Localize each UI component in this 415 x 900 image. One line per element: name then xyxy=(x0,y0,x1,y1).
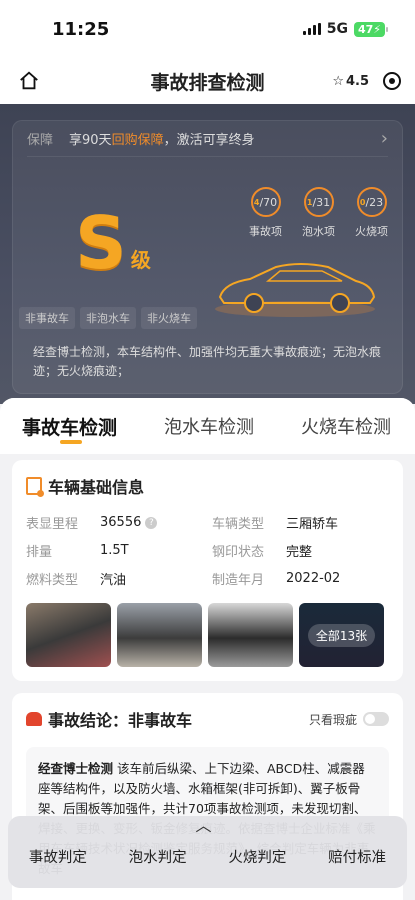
detection-tabs: 事故车检测 泡水车检测 火烧车检测 xyxy=(0,398,415,454)
info-key: 钢印状态 xyxy=(212,545,265,560)
tab-fire[interactable]: 火烧车检测 xyxy=(301,413,391,439)
defect-filter: 只看瑕疵 xyxy=(309,711,389,728)
status-tags: 非事故车 非泡水车 非火烧车 xyxy=(19,307,197,329)
home-icon[interactable] xyxy=(18,70,40,92)
guarantee-highlight: 回购保障 xyxy=(111,133,164,148)
vehicle-photo[interactable] xyxy=(117,603,202,667)
bottom-item-compensation[interactable]: 赔付标准 xyxy=(328,846,386,867)
bottom-item-accident[interactable]: 事故判定 xyxy=(29,846,87,867)
check-ring: 0/23 xyxy=(356,187,387,217)
all-photos-label: 全部13张 xyxy=(307,623,376,647)
check-label: 事故项 xyxy=(249,225,282,238)
info-value: 2022-02 xyxy=(286,571,341,586)
check-flood: 1/31 泡水项 xyxy=(302,187,335,239)
check-fire: 0/23 火烧项 xyxy=(355,187,388,239)
info-key: 排量 xyxy=(26,545,53,560)
battery-level: 47 xyxy=(357,22,374,36)
check-summary: 4/70 事故项 1/31 泡水项 0/23 火烧项 xyxy=(249,187,388,239)
vehicle-photo[interactable] xyxy=(208,603,293,667)
star-icon: ☆ xyxy=(332,73,344,89)
info-value: 1.5T xyxy=(100,543,129,558)
info-value: 汽油 xyxy=(100,573,127,588)
check-label: 火烧项 xyxy=(355,225,388,238)
mileage-value: 36556 xyxy=(100,515,142,530)
info-key: 燃料类型 xyxy=(26,573,79,588)
all-photos-button[interactable]: 全部13张 xyxy=(299,603,384,667)
car-icon xyxy=(26,712,42,726)
conclusion-header: 事故结论：非事故车 只看瑕疵 xyxy=(26,707,389,731)
check-accident: 4/70 事故项 xyxy=(249,187,282,239)
status-time: 11:25 xyxy=(52,18,110,40)
info-value: 三厢轿车 xyxy=(286,517,339,532)
status-tag: 非火烧车 xyxy=(141,307,197,329)
basic-info-title: 车辆基础信息 xyxy=(48,478,145,497)
document-icon xyxy=(26,477,44,497)
summary-description: 经查博士检测，本车结构件、加强件均无重大事故痕迹；无泡水痕迹；无火烧痕迹； xyxy=(33,345,382,378)
status-indicators: 5G 47⚡ xyxy=(302,21,389,37)
bottom-item-flood[interactable]: 泡水判定 xyxy=(129,846,187,867)
check-ring: 1/31 xyxy=(303,187,334,217)
chevron-right-icon: › xyxy=(380,128,388,149)
info-value: 完整 xyxy=(286,545,313,560)
guarantee-label: 保障 xyxy=(27,133,54,148)
conclusion-title-wrap: 事故结论：非事故车 xyxy=(26,707,192,731)
basic-info-card: 车辆基础信息 表显里程 36556? 车辆类型 三厢轿车 排量 1.5T 钢印状… xyxy=(12,460,403,681)
vehicle-photo[interactable] xyxy=(26,603,111,667)
bottom-item-fire[interactable]: 火烧判定 xyxy=(228,846,286,867)
nav-bar: 事故排查检测 ☆ 4.5 xyxy=(0,58,415,104)
tab-flood[interactable]: 泡水车检测 xyxy=(164,413,254,439)
rating-value: 4.5 xyxy=(345,73,369,89)
signal-icon xyxy=(302,23,321,35)
info-value: 36556? xyxy=(100,513,212,532)
grade-letter: S xyxy=(75,201,127,285)
status-tag: 非事故车 xyxy=(19,307,75,329)
battery-icon: 47⚡ xyxy=(353,21,389,37)
defect-filter-toggle[interactable] xyxy=(363,712,389,726)
network-label: 5G xyxy=(326,21,348,37)
hero-section: 保障 享90天回购保障，激活可享终身 › S 级 4/70 事故项 1/31 泡… xyxy=(0,104,415,404)
guarantee-text: 享90天回购保障，激活可享终身 xyxy=(69,133,255,148)
grade-badge: S 级 xyxy=(75,207,151,279)
defect-filter-label: 只看瑕疵 xyxy=(308,712,357,727)
check-ring: 4/70 xyxy=(250,187,281,217)
conclusion-title: 事故结论：非事故车 xyxy=(48,711,193,730)
info-key: 制造年月 xyxy=(212,573,265,588)
guarantee-banner[interactable]: 保障 享90天回购保障，激活可享终身 › xyxy=(27,121,388,157)
help-icon[interactable]: ? xyxy=(145,516,158,529)
car-illustration xyxy=(215,263,376,317)
status-tag: 非泡水车 xyxy=(80,307,136,329)
basic-info-header: 车辆基础信息 xyxy=(26,474,389,498)
chevron-up-icon[interactable]: ︿ xyxy=(196,818,212,834)
report-summary-card: 保障 享90天回购保障，激活可享终身 › S 级 4/70 事故项 1/31 泡… xyxy=(12,120,403,394)
tab-accident[interactable]: 事故车检测 xyxy=(22,413,117,444)
photo-strip: 全部13张 xyxy=(26,603,389,667)
grade-unit: 级 xyxy=(130,248,151,272)
check-label: 泡水项 xyxy=(302,225,335,238)
info-key: 车辆类型 xyxy=(212,517,265,532)
info-grid: 表显里程 36556? 车辆类型 三厢轿车 排量 1.5T 钢印状态 完整 燃料… xyxy=(26,513,389,588)
bottom-nav-bar: ︿ 事故判定 泡水判定 火烧判定 赔付标准 xyxy=(8,816,407,888)
status-bar: 11:25 5G 47⚡ xyxy=(0,0,415,58)
rating-button[interactable]: ☆ 4.5 xyxy=(332,74,369,89)
record-icon[interactable] xyxy=(383,72,401,90)
conclusion-bold-prefix: 经查博士检测 xyxy=(38,761,114,776)
info-key: 表显里程 xyxy=(26,517,79,532)
